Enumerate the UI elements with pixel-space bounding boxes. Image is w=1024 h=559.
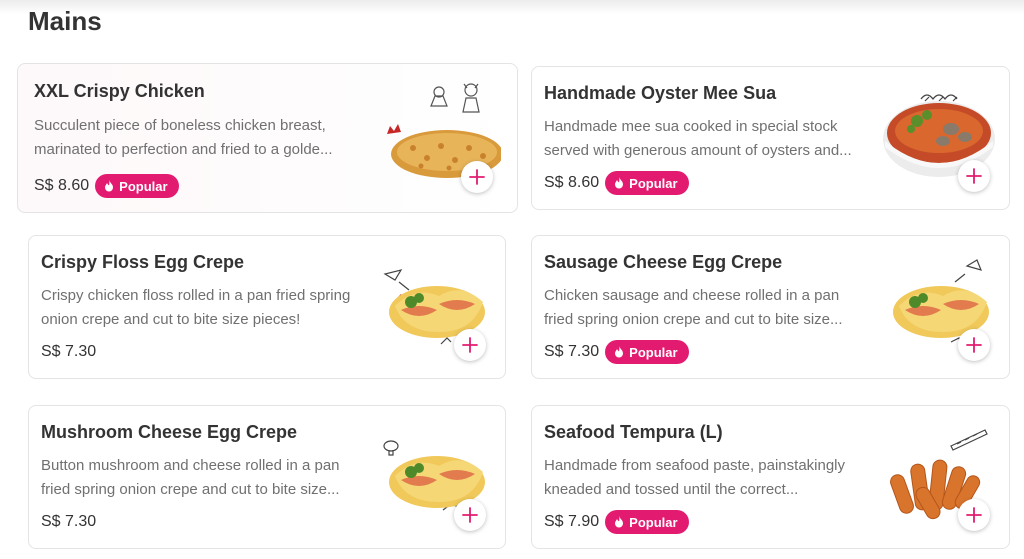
item-name: Crispy Floss Egg Crepe — [41, 252, 245, 272]
item-description: Succulent piece of boneless chicken brea… — [34, 117, 333, 158]
item-name: Handmade Oyster Mee Sua — [544, 83, 777, 103]
flame-icon — [104, 180, 114, 192]
flame-icon — [614, 516, 624, 528]
price-row: S$ 7.90 Popular — [544, 509, 689, 535]
add-to-cart-button[interactable] — [958, 329, 990, 361]
item-name: XXL Crispy Chicken — [34, 81, 205, 101]
item-price: S$ 8.60 — [34, 177, 90, 194]
price-row: S$ 7.30 — [41, 339, 96, 365]
plus-icon — [469, 169, 485, 185]
plus-icon — [462, 507, 478, 523]
popular-badge: Popular — [605, 340, 689, 364]
add-to-cart-button[interactable] — [461, 161, 493, 193]
price-row: S$ 7.30 Popular — [544, 339, 689, 365]
menu-item-card[interactable]: Sausage Cheese Egg Crepe Chicken sausage… — [531, 235, 1010, 379]
item-name: Seafood Tempura (L) — [544, 422, 723, 442]
flame-icon — [614, 346, 624, 358]
popular-badge: Popular — [95, 174, 179, 198]
section-title: Mains — [28, 6, 102, 36]
price-row: S$ 8.60 Popular — [34, 173, 179, 199]
add-to-cart-button[interactable] — [454, 499, 486, 531]
item-description: Crispy chicken floss rolled in a pan fri… — [41, 287, 351, 328]
plus-icon — [966, 507, 982, 523]
popular-badge: Popular — [605, 171, 689, 195]
menu-item-card[interactable]: XXL Crispy Chicken Succulent piece of bo… — [17, 63, 518, 213]
item-price: S$ 7.30 — [41, 513, 97, 530]
plus-icon — [966, 168, 982, 184]
plus-icon — [462, 337, 478, 353]
item-description: Button mushroom and cheese rolled in a p… — [41, 457, 340, 498]
item-name: Mushroom Cheese Egg Crepe — [41, 422, 298, 442]
menu-item-card[interactable]: Crispy Floss Egg Crepe Crispy chicken fl… — [28, 235, 506, 379]
menu-item-card[interactable]: Seafood Tempura (L) Handmade from seafoo… — [531, 405, 1010, 549]
add-to-cart-button[interactable] — [454, 329, 486, 361]
add-to-cart-button[interactable] — [958, 160, 990, 192]
item-price: S$ 7.90 — [544, 513, 600, 530]
header-shadow — [0, 0, 1024, 14]
item-description: Handmade from seafood paste, painstaking… — [544, 457, 846, 498]
item-description: Handmade mee sua cooked in special stock… — [544, 118, 852, 159]
menu-item-card[interactable]: Mushroom Cheese Egg Crepe Button mushroo… — [28, 405, 506, 549]
plus-icon — [966, 337, 982, 353]
add-to-cart-button[interactable] — [958, 499, 990, 531]
flame-icon — [614, 177, 624, 189]
price-row: S$ 8.60 Popular — [544, 170, 689, 196]
item-name: Sausage Cheese Egg Crepe — [544, 252, 783, 272]
price-row: S$ 7.30 — [41, 509, 96, 535]
item-description: Chicken sausage and cheese rolled in a p… — [544, 287, 843, 328]
item-price: S$ 7.30 — [544, 343, 600, 360]
menu-item-card[interactable]: Handmade Oyster Mee Sua Handmade mee sua… — [531, 66, 1010, 210]
item-price: S$ 8.60 — [544, 174, 600, 191]
popular-badge: Popular — [605, 510, 689, 534]
item-price: S$ 7.30 — [41, 343, 97, 360]
